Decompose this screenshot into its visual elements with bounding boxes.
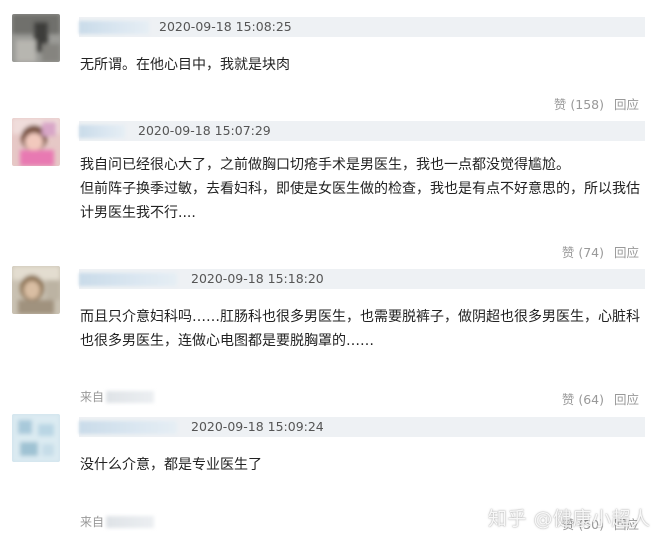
comment-line: 也很多男医生，连做心电图都是要脱胸罩的……: [80, 333, 374, 349]
source-info: 来自: [80, 388, 155, 405]
username-blurred[interactable]: [79, 21, 149, 34]
comment-line: 但前阵子换季过敏，去看妇科，即使是女医生做的检查，我也是有点不好意思的，所以我估: [80, 181, 640, 197]
avatar-image: [12, 14, 60, 62]
comment-text: 无所谓。在他心目中，我就是块肉: [80, 53, 650, 77]
reply-button[interactable]: 回应: [614, 97, 639, 112]
comment-actions: 赞 (64) 回应: [562, 389, 639, 408]
comment-actions: 赞 (158) 回应: [554, 94, 639, 113]
avatar-image: [12, 414, 60, 462]
comment-header: 2020-09-18 15:18:20: [79, 269, 645, 289]
like-button[interactable]: 赞 (64): [562, 392, 604, 407]
avatar-image: [12, 118, 60, 166]
username-blurred[interactable]: [79, 273, 177, 286]
username-blurred[interactable]: [79, 125, 125, 138]
avatar-image: [12, 266, 60, 314]
like-button[interactable]: 赞 (74): [562, 245, 604, 260]
zhihu-watermark: 知乎 @健康小超人: [488, 508, 651, 530]
comment-timestamp: 2020-09-18 15:07:29: [138, 123, 271, 138]
source-label: 来自: [80, 515, 105, 529]
comment-line: 计男医生我不行....: [80, 205, 196, 221]
comment-text: 没什么介意，都是专业医生了: [80, 453, 650, 477]
source-label: 来自: [80, 390, 105, 404]
comment-text: 我自问已经很心大了，之前做胸口切疮手术是男医生，我也一点都没觉得尴尬。 但前阵子…: [80, 153, 650, 225]
comment-timestamp: 2020-09-18 15:09:24: [191, 419, 324, 434]
source-blurred: [106, 391, 155, 403]
comment-line: 我自问已经很心大了，之前做胸口切疮手术是男医生，我也一点都没觉得尴尬。: [80, 157, 570, 173]
comment-text: 而且只介意妇科吗……肛肠科也很多男医生，也需要脱裤子，做阴超也很多男医生，心脏科…: [80, 305, 650, 353]
user-avatar[interactable]: [12, 118, 60, 166]
reply-button[interactable]: 回应: [614, 245, 639, 260]
comment-line: 无所谓。在他心目中，我就是块肉: [80, 57, 290, 73]
comment-timestamp: 2020-09-18 15:18:20: [191, 271, 324, 286]
username-blurred[interactable]: [79, 421, 177, 434]
like-button[interactable]: 赞 (158): [554, 97, 604, 112]
comment-header: 2020-09-18 15:09:24: [79, 417, 645, 437]
user-avatar[interactable]: [12, 414, 60, 462]
comment-header: 2020-09-18 15:08:25: [79, 17, 645, 37]
comment-line: 而且只介意妇科吗……肛肠科也很多男医生，也需要脱裤子，做阴超也很多男医生，心脏科: [80, 309, 640, 325]
reply-button[interactable]: 回应: [614, 392, 639, 407]
source-blurred: [106, 516, 155, 528]
user-avatar[interactable]: [12, 266, 60, 314]
user-avatar[interactable]: [12, 14, 60, 62]
comment-header: 2020-09-18 15:07:29: [79, 121, 645, 141]
comment-line: 没什么介意，都是专业医生了: [80, 457, 262, 473]
comment-actions: 赞 (74) 回应: [562, 242, 639, 261]
comment-timestamp: 2020-09-18 15:08:25: [159, 19, 292, 34]
source-info: 来自: [80, 513, 155, 530]
